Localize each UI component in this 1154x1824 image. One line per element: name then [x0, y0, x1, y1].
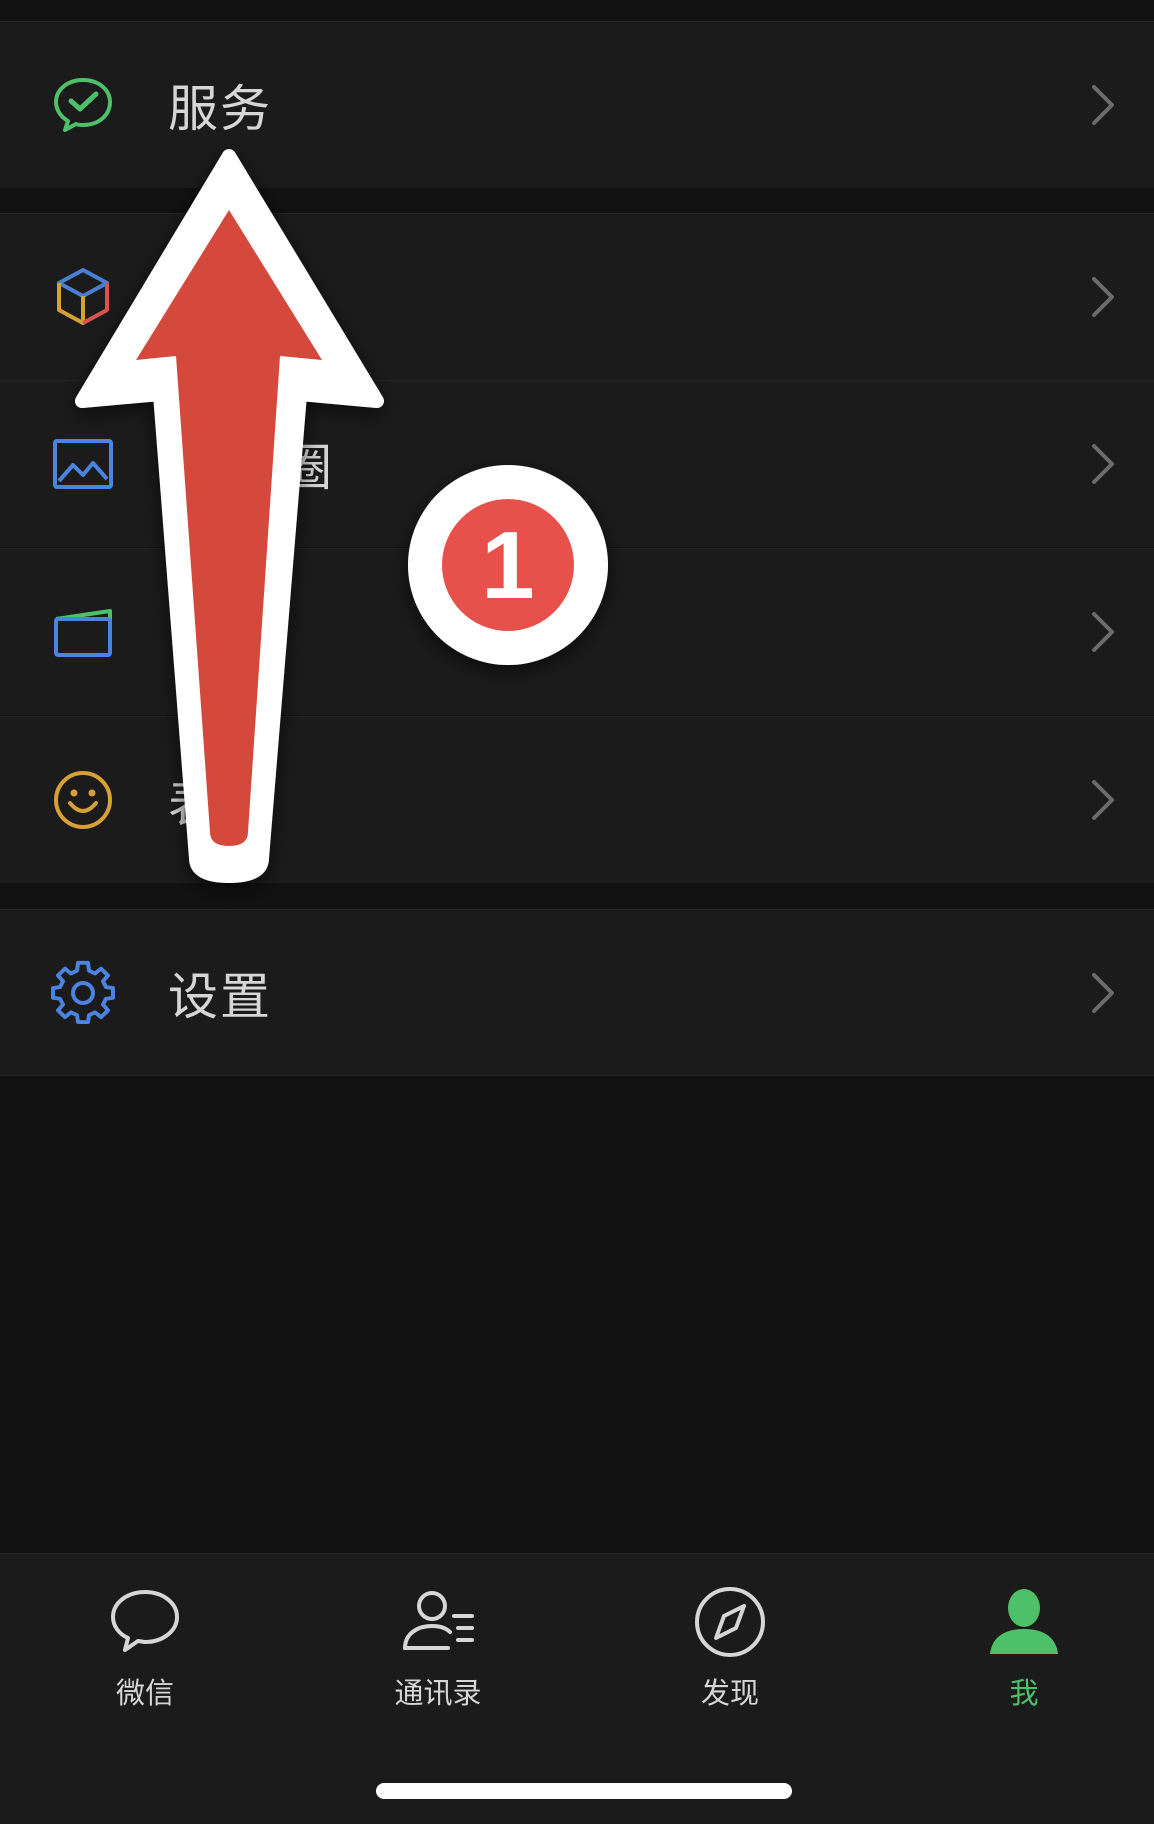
menu-item-cards[interactable]	[0, 548, 1154, 715]
tab-label: 微信	[115, 1676, 174, 1710]
tab-discover[interactable]: 发现	[630, 1584, 830, 1724]
home-indicator	[376, 1783, 792, 1799]
wechat-pay-icon	[54, 78, 112, 132]
compass-icon	[695, 1587, 765, 1657]
chevron-right-icon	[1092, 277, 1114, 317]
top-gap	[0, 0, 1154, 21]
person-icon	[990, 1589, 1058, 1654]
menu-item-stickers[interactable]: 表	[0, 716, 1154, 883]
menu-item-label: 圈	[282, 439, 334, 497]
chevron-right-icon	[1092, 780, 1114, 820]
tab-label: 发现	[700, 1676, 759, 1710]
menu-item-label: 设置	[168, 967, 272, 1026]
menu-item-settings[interactable]: 设置	[0, 909, 1154, 1076]
me-screen: 服务 圈 表 设置 微信 通讯录 发现 我 1	[0, 0, 1154, 1824]
image-icon	[53, 439, 113, 489]
chat-bubble-icon	[111, 1590, 179, 1652]
cube-icon	[57, 268, 109, 325]
tab-label: 通讯录	[394, 1676, 482, 1710]
contacts-icon	[403, 1591, 474, 1650]
tab-label: 我	[1009, 1676, 1039, 1710]
menu-item-label: 表	[168, 775, 220, 833]
section-gap	[0, 883, 1154, 909]
tab-contacts[interactable]: 通讯录	[338, 1584, 538, 1724]
tab-me[interactable]: 我	[924, 1584, 1124, 1724]
chevron-right-icon	[1092, 85, 1114, 125]
tab-chats[interactable]: 微信	[45, 1584, 245, 1724]
card-icon	[54, 609, 112, 657]
section-gap	[0, 188, 1154, 213]
chevron-right-icon	[1092, 612, 1114, 652]
menu-item-favorites[interactable]	[0, 213, 1154, 380]
menu-item-services[interactable]: 服务	[0, 21, 1154, 188]
chevron-right-icon	[1092, 444, 1114, 484]
menu-item-moments[interactable]: 圈	[0, 380, 1154, 547]
chevron-right-icon	[1092, 972, 1114, 1013]
menu-item-label: 服务	[168, 80, 272, 138]
gear-icon	[51, 960, 115, 1024]
smiley-icon	[54, 771, 112, 829]
